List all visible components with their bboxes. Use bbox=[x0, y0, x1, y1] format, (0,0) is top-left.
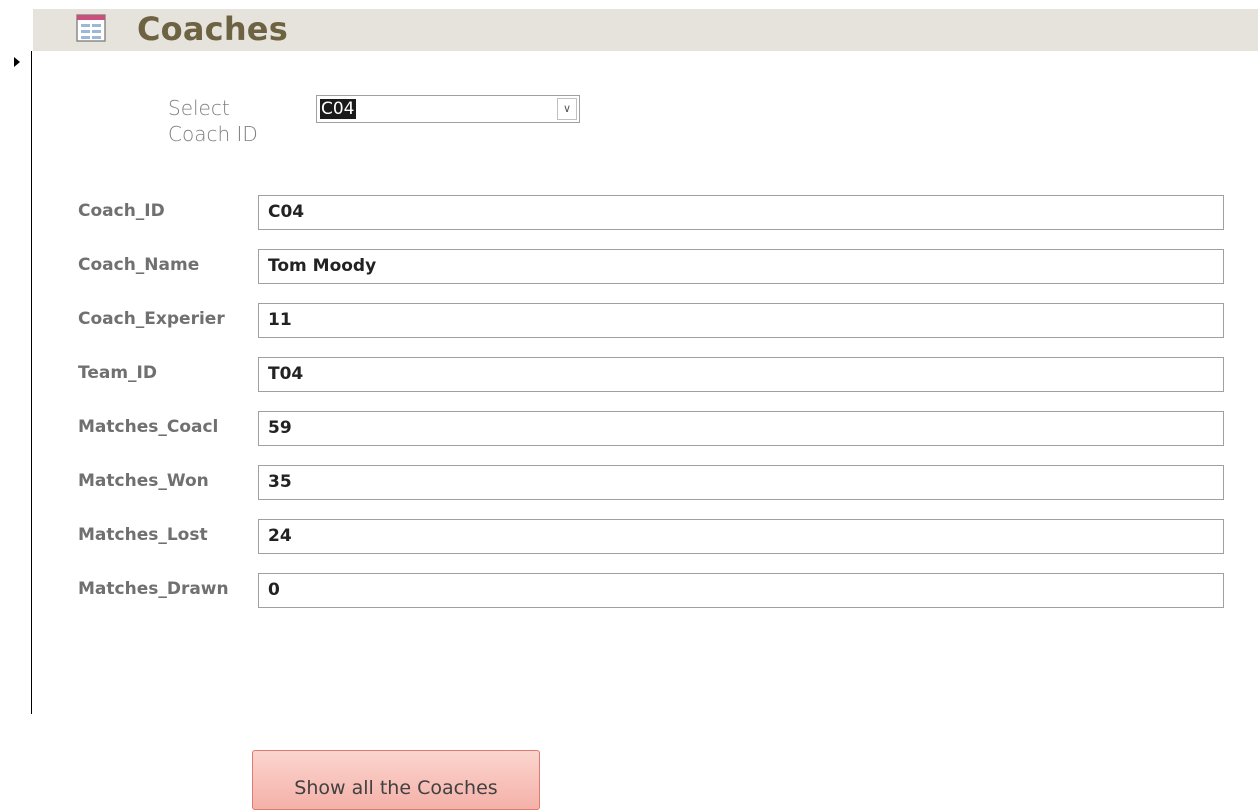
team-id-label: Team_ID bbox=[78, 363, 157, 383]
coach-experience-field[interactable]: 11 bbox=[258, 303, 1224, 338]
show-all-coaches-button[interactable]: Show all the Coaches bbox=[252, 750, 540, 810]
team-id-field[interactable]: T04 bbox=[258, 357, 1224, 392]
coach-name-label: Coach_Name bbox=[78, 255, 200, 275]
coach-name-field[interactable]: Tom Moody bbox=[258, 249, 1224, 284]
coach-id-combobox[interactable]: C04 ∨ bbox=[316, 95, 580, 123]
matches-lost-label: Matches_Lost bbox=[78, 525, 208, 545]
matches-won-field[interactable]: 35 bbox=[258, 465, 1224, 500]
matches-drawn-field[interactable]: 0 bbox=[258, 573, 1224, 608]
coach-experience-label: Coach_Experier bbox=[78, 309, 225, 329]
combobox-value[interactable]: C04 bbox=[320, 99, 356, 119]
matches-coached-field[interactable]: 59 bbox=[258, 411, 1224, 446]
coach-id-field[interactable]: C04 bbox=[258, 195, 1224, 230]
record-selector-divider bbox=[31, 51, 32, 714]
matches-drawn-label: Matches_Drawn bbox=[78, 579, 229, 599]
chevron-down-icon[interactable]: ∨ bbox=[557, 98, 577, 120]
matches-coached-label: Matches_Coacl bbox=[78, 417, 219, 437]
matches-lost-field[interactable]: 24 bbox=[258, 519, 1224, 554]
select-coach-label: Select Coach ID bbox=[168, 96, 258, 146]
matches-won-label: Matches_Won bbox=[78, 471, 209, 491]
coach-id-label: Coach_ID bbox=[78, 201, 165, 221]
record-selector-arrow-icon[interactable] bbox=[14, 57, 20, 67]
form-icon bbox=[76, 14, 106, 42]
form-title: Coaches bbox=[137, 10, 288, 48]
